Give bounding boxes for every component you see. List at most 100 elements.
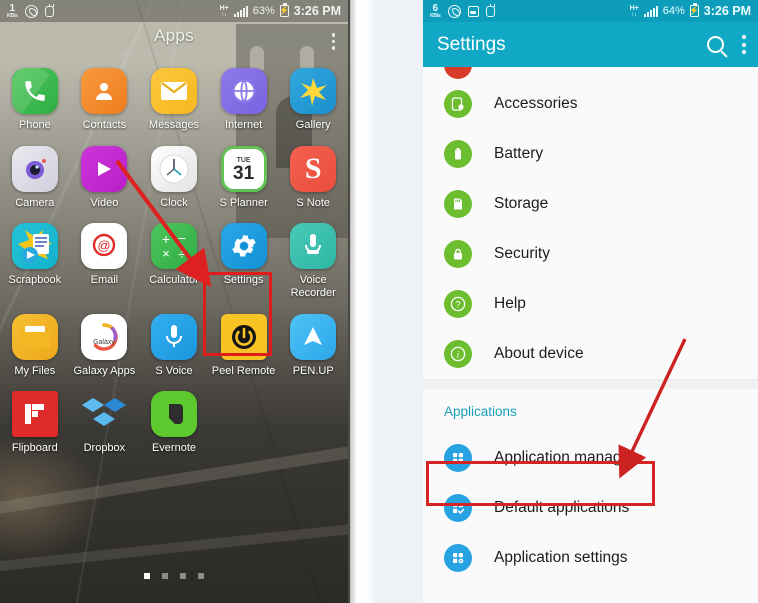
network-type-icon: H+ ↑↓	[219, 4, 229, 18]
svoice-microphone-icon	[150, 313, 197, 360]
lock-icon	[444, 240, 472, 268]
page-indicator-dots[interactable]	[0, 573, 348, 579]
app-label: S Voice	[155, 364, 193, 377]
app-label: Phone	[18, 119, 51, 131]
info-icon: i	[444, 340, 472, 368]
app-item-scrapbook[interactable]: Scrapbook	[0, 215, 70, 299]
app-grid-gear-icon	[444, 544, 472, 572]
help-icon: ?	[444, 290, 472, 318]
clock-label: 3:26 PM	[293, 4, 341, 18]
app-item-contacts[interactable]: Contacts	[70, 60, 140, 132]
settings-row-label: Help	[494, 295, 526, 312]
data-rate-unit: KB/s	[430, 12, 441, 19]
gallery-icon	[290, 68, 337, 114]
battery-charging-icon: ⚡	[689, 3, 700, 17]
app-item-video[interactable]: Video	[70, 138, 140, 210]
settings-highlight-box	[203, 272, 272, 356]
snote-icon: S	[290, 145, 337, 192]
viber-icon	[447, 4, 461, 18]
app-item-dropbox[interactable]: Dropbox	[70, 383, 140, 455]
panel-separator	[348, 0, 423, 603]
microphone-icon	[290, 223, 337, 270]
app-item-camera[interactable]: Camera	[0, 138, 70, 210]
overflow-menu-icon[interactable]	[331, 33, 335, 50]
page-dot-4[interactable]	[198, 573, 204, 579]
page-dot-3[interactable]	[180, 573, 186, 579]
app-label: Voice Recorder	[290, 274, 336, 299]
dropbox-icon	[81, 391, 127, 437]
app-label: Peel Remote	[211, 364, 276, 377]
app-item-pen-up[interactable]: PEN.UP	[278, 306, 348, 378]
settings-screen: 6 KB/s H+ ↑↓ 64% ⚡ 3:26 PM Settings Acce…	[423, 0, 758, 603]
settings-row-about-device[interactable]: i About device	[423, 329, 758, 379]
app-item-calculator[interactable]: + − × ÷ Calculator	[139, 215, 209, 299]
app-item-galaxy-apps[interactable]: Galaxy Galaxy Apps	[70, 306, 140, 378]
flipboard-icon	[11, 391, 58, 438]
settings-row-partial[interactable]	[423, 67, 758, 79]
overflow-menu-icon[interactable]	[742, 35, 746, 54]
contacts-icon	[81, 68, 128, 114]
plug-icon	[44, 4, 54, 17]
app-item-s-planner[interactable]: TUE 31 S Planner	[209, 138, 279, 210]
svg-text:@: @	[98, 238, 111, 253]
app-item-flipboard[interactable]: Flipboard	[0, 383, 70, 455]
svg-text:+: +	[162, 231, 170, 247]
app-item-voice-recorder[interactable]: Voice Recorder	[278, 215, 348, 299]
app-label: Contacts	[82, 119, 127, 131]
screenshot-root: 1 KB/s H+ ↑↓ 63% ⚡ 3:26 PM Apps Phone Co…	[0, 0, 758, 603]
network-type-icon: H+ ↑↓	[629, 4, 639, 18]
svg-text:Galaxy: Galaxy	[93, 339, 115, 346]
status-bar: 1 KB/s H+ ↑↓ 63% ⚡ 3:26 PM	[0, 0, 348, 22]
scrapbook-icon	[11, 223, 58, 270]
app-item-internet[interactable]: Internet	[209, 60, 279, 132]
camera-icon	[11, 145, 58, 192]
app-item-s-note[interactable]: S S Note	[278, 138, 348, 210]
apps-drawer-screen: 1 KB/s H+ ↑↓ 63% ⚡ 3:26 PM Apps Phone Co…	[0, 0, 348, 603]
app-label: Internet	[224, 119, 263, 131]
battery-percent-label: 64%	[662, 5, 685, 17]
settings-row-accessories[interactable]: Accessories	[423, 79, 758, 129]
settings-row-help[interactable]: ? Help	[423, 279, 758, 329]
network-type-label: H+	[219, 4, 229, 12]
svg-text:−: −	[178, 230, 186, 246]
settings-row-security[interactable]: Security	[423, 229, 758, 279]
calendar-date-label: 31	[233, 162, 255, 184]
app-label: Scrapbook	[8, 274, 62, 287]
app-item-evernote[interactable]: Evernote	[139, 383, 209, 455]
app-item-clock[interactable]: Clock	[139, 138, 209, 210]
page-title: Apps	[154, 26, 194, 45]
messages-icon	[150, 68, 197, 114]
page-dot-1[interactable]	[144, 573, 150, 579]
section-header-applications: Applications	[444, 403, 517, 419]
search-icon[interactable]	[707, 36, 724, 53]
settings-row-storage[interactable]: Storage	[423, 179, 758, 229]
app-label: Galaxy Apps	[73, 364, 136, 377]
app-label: Gallery	[295, 119, 331, 131]
settings-row-label: Application settings	[494, 549, 628, 566]
app-label: PEN.UP	[292, 364, 334, 377]
app-label: Email	[90, 274, 119, 287]
battery-icon	[444, 140, 472, 168]
page-dot-2[interactable]	[162, 573, 168, 579]
settings-row-application-settings[interactable]: Application settings	[423, 533, 758, 583]
network-type-label: H+	[629, 4, 639, 12]
internet-icon	[220, 68, 267, 114]
app-item-messages[interactable]: Messages	[139, 60, 209, 132]
evernote-icon	[150, 391, 197, 438]
settings-row-label: Battery	[494, 145, 544, 162]
clock-icon	[150, 145, 197, 192]
app-label: Clock	[160, 196, 188, 209]
app-item-my-files[interactable]: My Files	[0, 306, 70, 378]
data-rate-indicator: 1 KB/s	[7, 3, 18, 19]
screenshot-icon	[467, 5, 479, 17]
app-item-email[interactable]: @ Email	[70, 215, 140, 299]
app-item-gallery[interactable]: Gallery	[278, 60, 348, 132]
app-item-phone[interactable]: Phone	[0, 60, 70, 132]
settings-row-label: About device	[494, 345, 584, 362]
apps-grid: Phone Contacts Messages Internet Gallery…	[0, 60, 348, 455]
settings-row-battery[interactable]: Battery	[423, 129, 758, 179]
app-item-s-voice[interactable]: S Voice	[139, 306, 209, 378]
app-label: Dropbox	[83, 442, 126, 455]
page-title: Settings	[437, 33, 506, 55]
battery-charging-icon: ⚡	[279, 3, 290, 17]
